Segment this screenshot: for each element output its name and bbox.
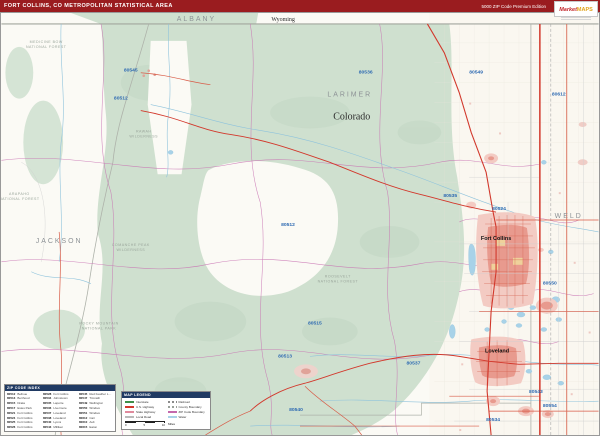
legend-label: Local Road xyxy=(136,415,151,419)
zip-labels-item: 80543 xyxy=(529,389,543,395)
brand-logo: MarketMAPS xyxy=(554,1,598,17)
zip-labels-item: 80545 xyxy=(124,68,138,74)
zip-labels-item: 80549 xyxy=(469,70,483,76)
legend-swatch xyxy=(125,411,134,413)
area-labels-item: ROCKY MOUNTAIN xyxy=(79,322,118,326)
county-labels-item: LARIMER xyxy=(327,92,372,99)
zip-col: 80545Red Feather Lakes80547Timnath80549W… xyxy=(78,392,114,430)
legend-swatch xyxy=(125,401,134,403)
area-labels-item: ROOSEVELT xyxy=(325,275,351,279)
zip-labels-item: 80550 xyxy=(543,281,557,287)
header-bar: FORT COLLINS, CO METROPOLITAN STATISTICA… xyxy=(0,0,600,12)
zip-labels-item: 80512 xyxy=(114,96,128,102)
zip-code: 80526 xyxy=(7,425,15,430)
area-labels-item: NATIONAL FOREST xyxy=(1,197,40,201)
zip-table-row: 80526Fort Collins xyxy=(7,425,41,430)
area-labels-item: COMANCHE PEAK xyxy=(112,243,150,247)
legend-label: Railroad xyxy=(179,400,190,404)
edition-label: 5000 ZIP Code Premium Edition xyxy=(482,4,546,9)
zip-labels-item: 80534 xyxy=(486,417,500,423)
state-labels-item: Colorado xyxy=(333,111,370,122)
zip-col: 80512Bellvue80513Berthoud80515Drake80517… xyxy=(6,392,42,430)
zip-labels-item: 80513 xyxy=(278,353,292,359)
zip-table-body: 80512Bellvue80513Berthoud80515Drake80517… xyxy=(5,391,115,431)
scale-tick: 5 xyxy=(143,423,145,427)
legend-label: ZIP Code Boundary xyxy=(179,410,205,414)
map-title: FORT COLLINS, CO METROPOLITAN STATISTICA… xyxy=(4,3,173,9)
zip-labels-item: 80537 xyxy=(407,360,421,366)
zip-code: 80543 xyxy=(43,425,51,430)
legend-label: County Boundary xyxy=(179,405,202,409)
zip-code: 80615 xyxy=(79,425,87,430)
legend-swatch xyxy=(168,406,177,408)
legend-label: Interstate xyxy=(136,400,149,404)
scale-unit: Miles xyxy=(168,422,175,427)
zip-name: Fort Collins xyxy=(17,425,32,430)
zip-labels-item: 80554 xyxy=(543,403,557,409)
area-labels-item: WILDERNESS xyxy=(116,248,145,252)
county-labels-item: JACKSON xyxy=(36,238,83,245)
legend-label: State Highway xyxy=(136,410,155,414)
zip-table-row: 80615Eaton xyxy=(79,425,113,430)
area-labels-item: RAWAH xyxy=(136,129,152,133)
area-labels-item: MEDICINE BOW xyxy=(30,40,63,44)
county-labels-item: ALBANY xyxy=(177,16,216,23)
place-labels-item: Fort Collins xyxy=(481,236,511,242)
legend-label: Water xyxy=(179,415,187,419)
zip-name: Milliken xyxy=(53,425,63,430)
legend-swatch xyxy=(168,401,177,403)
zip-name: Eaton xyxy=(89,425,97,430)
area-labels-item: NATIONAL FOREST xyxy=(26,45,67,49)
legend-label: U.S. Highway xyxy=(136,405,154,409)
zip-labels-item: 80515 xyxy=(308,321,322,327)
zip-labels-item: 80535 xyxy=(443,193,457,199)
state-labels-item: Wyoming xyxy=(271,17,295,23)
area-labels-item: ARAPAHO xyxy=(9,192,30,196)
area-labels-item: WILDERNESS xyxy=(129,134,158,138)
map-svg: MEDICINE BOWNATIONAL FORESTRAWAHWILDERNE… xyxy=(1,13,599,435)
zip-col: 80528Fort Collins80534Johnstown80535Lapo… xyxy=(42,392,78,430)
scale-bar: 0 5 10 Miles xyxy=(122,420,210,430)
zip-table-row: 80543Milliken xyxy=(43,425,77,430)
logo-text: MarketMAPS xyxy=(559,0,593,16)
scale-tick: 0 xyxy=(125,423,127,427)
zip-labels-item: 80540 xyxy=(289,407,303,413)
scale-tick: 10 xyxy=(162,423,165,427)
logo-address-lines xyxy=(561,16,591,20)
zip-labels-item: 80512 xyxy=(281,222,295,228)
zip-labels-item: 80536 xyxy=(359,70,373,76)
legend-items: InterstateU.S. HighwayState HighwayLocal… xyxy=(122,398,210,420)
map-canvas: MEDICINE BOWNATIONAL FORESTRAWAHWILDERNE… xyxy=(0,12,600,436)
map-page: FORT COLLINS, CO METROPOLITAN STATISTICA… xyxy=(0,0,600,436)
legend-swatch xyxy=(125,416,134,418)
legend-swatch xyxy=(168,411,177,413)
logo-word-market: Market xyxy=(559,7,577,13)
zip-labels-item: 80524 xyxy=(492,206,506,212)
scale-ticks: 0 5 10 xyxy=(125,423,165,427)
zip-labels-item: 80612 xyxy=(552,92,566,98)
map-legend: MAP LEGEND InterstateU.S. HighwayState H… xyxy=(121,391,211,431)
logo-word-maps: MAPS xyxy=(577,7,593,13)
legend-swatch xyxy=(168,416,177,418)
legend-swatch xyxy=(125,406,134,408)
scale-wrap: 0 5 10 xyxy=(125,421,165,428)
county-labels-item: WELD xyxy=(555,213,583,220)
zip-table: ZIP CODE INDEX 80512Bellvue80513Berthoud… xyxy=(4,384,116,432)
place-labels-item: Loveland xyxy=(485,348,509,354)
area-labels-item: NATIONAL PARK xyxy=(82,327,117,331)
area-labels-item: NATIONAL FOREST xyxy=(318,280,359,284)
